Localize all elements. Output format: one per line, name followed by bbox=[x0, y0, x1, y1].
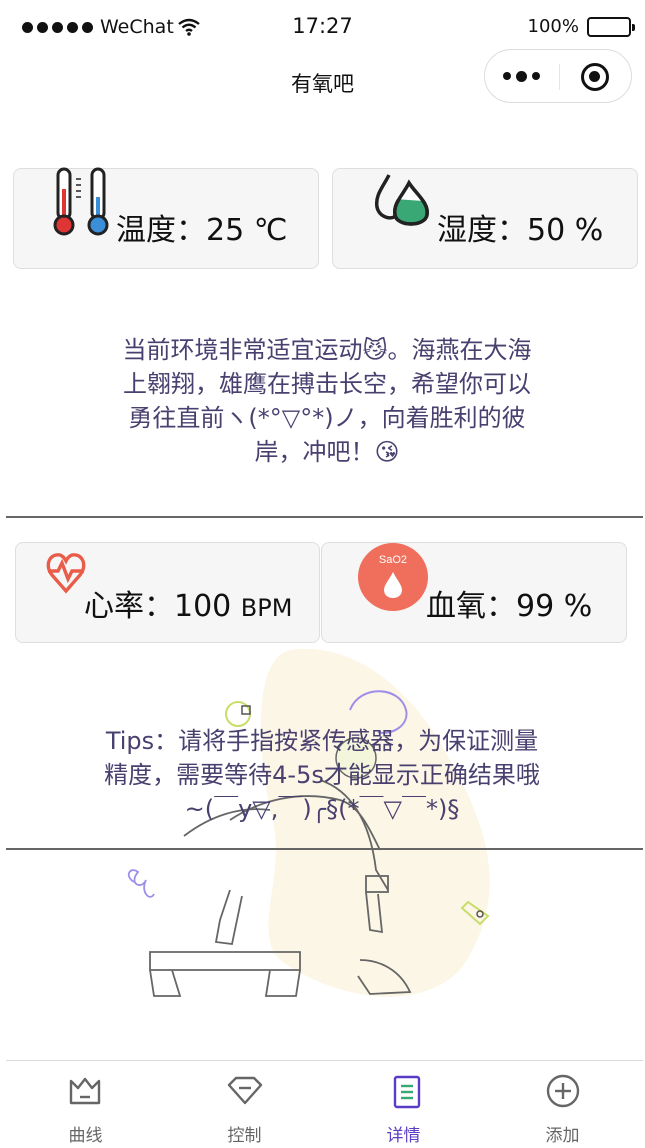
tips-message: Tips：请将手指按紧传感器，为保证测量精度，需要等待4-5s才能显示正确结果哦… bbox=[104, 727, 540, 823]
heart-rate-label: 心率：100 bbox=[84, 589, 241, 624]
mini-program-capsule bbox=[484, 49, 632, 103]
tab-label: 添加 bbox=[545, 1126, 580, 1146]
crown-icon bbox=[69, 1077, 101, 1105]
tab-bar: 曲线 控制 详情 添加 bbox=[6, 1060, 643, 1148]
spo2-value: 血氧：99 % bbox=[426, 589, 593, 624]
heartbeat-icon bbox=[46, 553, 86, 594]
divider bbox=[6, 516, 643, 518]
humidity-value: 湿度：50 % bbox=[437, 213, 604, 248]
temperature-card: 温度：25 ℃ bbox=[13, 167, 319, 269]
tab-detail[interactable]: 详情 bbox=[324, 1061, 483, 1148]
plus-circle-icon bbox=[546, 1074, 580, 1108]
spo2-card: SaO2 血氧：99 % bbox=[321, 542, 627, 643]
close-mini-program-button[interactable] bbox=[581, 63, 609, 91]
document-icon bbox=[393, 1075, 421, 1109]
spo2-badge-icon: SaO2 bbox=[358, 543, 428, 611]
battery-percent: 100% bbox=[527, 16, 579, 37]
spo2-badge-label: SaO2 bbox=[378, 554, 408, 566]
battery-status: 100% bbox=[527, 16, 635, 37]
divider bbox=[6, 848, 643, 850]
battery-icon bbox=[587, 16, 635, 37]
tab-add[interactable]: 添加 bbox=[483, 1061, 642, 1148]
humidity-card: 湿度：50 % bbox=[332, 168, 638, 269]
tab-label: 控制 bbox=[227, 1126, 262, 1146]
tab-curve[interactable]: 曲线 bbox=[6, 1061, 165, 1148]
tab-label: 详情 bbox=[386, 1126, 421, 1146]
status-bar: WeChat 17:27 100% bbox=[0, 0, 645, 56]
heart-rate-value: 心率：100 BPM bbox=[84, 581, 292, 625]
more-menu-button[interactable] bbox=[503, 66, 540, 86]
heart-rate-unit: BPM bbox=[240, 594, 293, 622]
thermometer-icon bbox=[53, 167, 109, 236]
tab-label: 曲线 bbox=[68, 1126, 103, 1146]
environment-message: 当前环境非常适宜运动😼。海燕在大海上翱翔，雄鹰在搏击长空，希望你可以勇往直前ヽ(… bbox=[122, 336, 532, 466]
heart-rate-card: 心率：100 BPM bbox=[15, 542, 320, 643]
tab-control[interactable]: 控制 bbox=[165, 1061, 324, 1148]
humidity-drops-icon bbox=[374, 174, 429, 226]
temperature-value: 温度：25 ℃ bbox=[116, 213, 288, 248]
diamond-icon bbox=[227, 1076, 263, 1105]
